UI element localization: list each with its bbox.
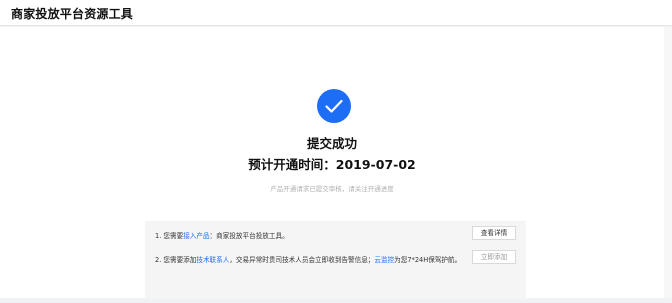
scrollbar-track[interactable]	[664, 27, 672, 298]
notice-text: ，交易异常时贵司技术人员会立即收到告警信息；	[229, 256, 375, 264]
notice-row-access-product: 1. 您需要接入产品：商家投放平台投放工具。	[155, 230, 289, 240]
notice-text: 为您7*24H保驾护航。	[394, 256, 462, 264]
notice-text: ：商家投放平台投放工具。	[209, 232, 289, 240]
notice-row-add-contact: 2. 您需要添加技术联系人，交易异常时贵司技术人员会立即收到告警信息；云监控为您…	[155, 254, 461, 264]
view-details-button[interactable]: 查看详情	[472, 226, 516, 240]
add-now-button[interactable]: 立即添加	[472, 250, 516, 264]
page-title: 商家投放平台资源工具	[11, 7, 134, 21]
expected-activation-date: 预计开通时间：2019-07-02	[248, 157, 416, 172]
notice-panel: 1. 您需要接入产品：商家投放平台投放工具。 查看详情 2. 您需要添加技术联系…	[145, 221, 526, 299]
tech-contact-link[interactable]: 技术联系人	[196, 256, 229, 264]
notice-text: 1. 您需要	[155, 232, 184, 240]
app-header: 商家投放平台资源工具	[0, 0, 672, 26]
result-title: 提交成功	[306, 136, 357, 151]
success-badge	[317, 89, 351, 123]
notice-text: 2. 您需要添加	[155, 256, 197, 264]
access-product-link[interactable]: 接入产品	[183, 232, 209, 240]
check-icon	[325, 99, 343, 113]
cloud-monitor-link[interactable]: 云监控	[374, 256, 394, 264]
result-description: 产品开通请求已提交审核，请关注开通进度	[270, 185, 394, 193]
